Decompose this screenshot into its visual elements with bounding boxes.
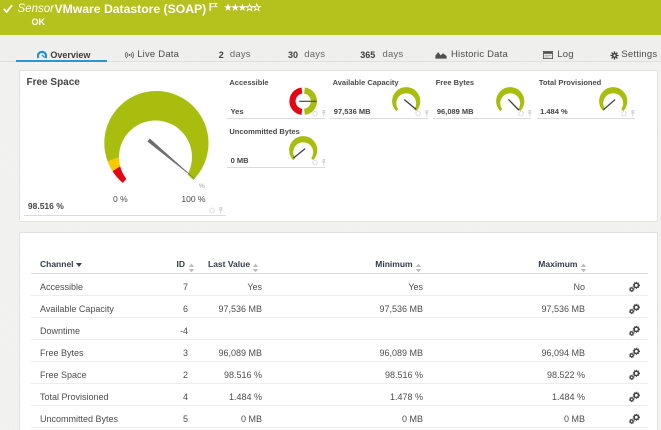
svg-text:%: % — [199, 183, 205, 190]
